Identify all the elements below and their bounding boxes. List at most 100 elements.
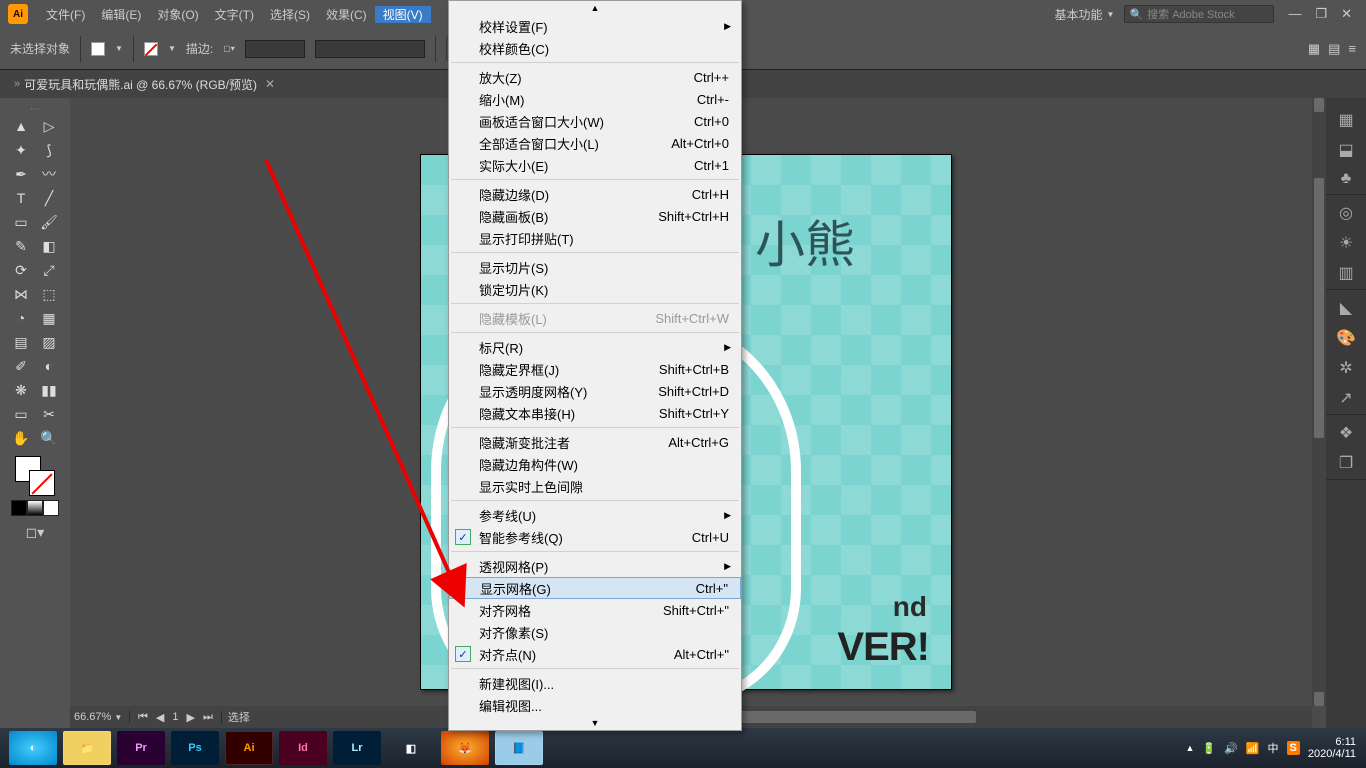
tray-network-icon[interactable]: 📶 [1246, 742, 1260, 755]
doc-tab-handle-icon[interactable]: » [14, 78, 20, 90]
tray-sogou-icon[interactable]: S [1287, 741, 1300, 755]
view-menu-item[interactable]: 参考线(U) [449, 504, 741, 526]
lasso-tool[interactable]: ⟆ [35, 138, 63, 162]
zoom-level[interactable]: 66.67% ▼ [70, 711, 130, 723]
artboard-navigation[interactable]: ⏮ ◀ 1 ▶ ⏭ [130, 711, 222, 724]
panel-menu-icon[interactable]: ≡ [1348, 41, 1356, 57]
menu-scroll-up-icon[interactable]: ▲ [449, 1, 741, 15]
document-tab[interactable]: 可爱玩具和玩偶熊.ai @ 66.67% (RGB/预览) ✕ [24, 76, 275, 93]
menu-object[interactable]: 对象(O) [149, 6, 206, 23]
symbol-sprayer-tool[interactable]: ❋ [7, 378, 35, 402]
screen-mode-icon[interactable]: ◻▾ [26, 524, 45, 541]
view-menu-item[interactable]: 放大(Z)Ctrl++ [449, 66, 741, 88]
last-artboard-icon[interactable]: ⏭ [201, 711, 215, 724]
rectangle-tool[interactable]: ▭ [7, 210, 35, 234]
view-menu-item[interactable]: 对齐网格Shift+Ctrl+" [449, 599, 741, 621]
mesh-tool[interactable]: ▤ [7, 330, 35, 354]
scroll-button-down[interactable] [1314, 692, 1324, 706]
taskbar-photoshop-icon[interactable]: Ps [171, 731, 219, 765]
width-tool[interactable]: ⋈ [7, 282, 35, 306]
stroke-panel-icon[interactable]: ✲ [1339, 358, 1352, 378]
blend-tool[interactable]: ◐ [35, 354, 63, 378]
view-menu-item[interactable]: 锁定切片(K) [449, 278, 741, 300]
color-guide-panel-icon[interactable]: ☀ [1339, 233, 1353, 253]
menu-file[interactable]: 文件(F) [38, 6, 93, 23]
view-menu-item[interactable]: 标尺(R) [449, 336, 741, 358]
pen-tool[interactable]: ✒ [7, 162, 35, 186]
artboard-tool[interactable]: ▭ [7, 402, 35, 426]
chevron-down-icon[interactable]: ▼ [168, 44, 176, 53]
vertical-scrollbar[interactable] [1312, 98, 1326, 706]
taskbar-clock[interactable]: 6:11 2020/4/11 [1308, 736, 1356, 760]
first-artboard-icon[interactable]: ⏮ [136, 711, 150, 724]
view-menu-item[interactable]: 校样设置(F) [449, 15, 741, 37]
shaper-tool[interactable]: ✎ [7, 234, 35, 258]
magic-wand-tool[interactable]: ✦ [7, 138, 35, 162]
taskbar-lightroom-icon[interactable]: Lr [333, 731, 381, 765]
taskbar-firefox-icon[interactable]: 🦊 [441, 731, 489, 765]
gradient-tool[interactable]: ▨ [35, 330, 63, 354]
chevron-down-icon[interactable]: ▼ [115, 44, 123, 53]
taskbar-notes-icon[interactable]: 📘 [495, 731, 543, 765]
stroke-profile[interactable] [245, 40, 305, 58]
vertical-scroll-thumb[interactable] [1314, 178, 1324, 438]
view-menu-item[interactable]: 实际大小(E)Ctrl+1 [449, 154, 741, 176]
next-artboard-icon[interactable]: ▶ [185, 711, 197, 724]
taskbar-illustrator-icon[interactable]: Ai [225, 731, 273, 765]
paintbrush-tool[interactable]: 🖌 [35, 210, 63, 234]
menu-view[interactable]: 视图(V) [375, 6, 431, 23]
taskbar-browser-icon[interactable]: ◐ [9, 731, 57, 765]
menu-edit[interactable]: 编辑(E) [93, 6, 149, 23]
tools-grip-icon[interactable] [20, 104, 50, 110]
properties-panel-icon[interactable]: ▦ [1338, 110, 1353, 130]
layers-panel-icon[interactable]: ❖ [1339, 423, 1353, 443]
taskbar-indesign-icon[interactable]: Id [279, 731, 327, 765]
view-menu-item[interactable]: ✓对齐点(N)Alt+Ctrl+" [449, 643, 741, 665]
search-adobe-stock[interactable]: 🔍 搜索 Adobe Stock [1124, 5, 1274, 23]
view-menu-item[interactable]: 显示切片(S) [449, 256, 741, 278]
tray-overflow-icon[interactable]: ▲ [1186, 743, 1195, 753]
slice-tool[interactable]: ✂ [35, 402, 63, 426]
maximize-icon[interactable]: ❐ [1315, 6, 1327, 22]
taskbar-premiere-icon[interactable]: Pr [117, 731, 165, 765]
menu-effect[interactable]: 效果(C) [318, 6, 375, 23]
stroke-weight-dropdown[interactable]: ▢▾ [223, 44, 235, 53]
line-tool[interactable]: ╱ [35, 186, 63, 210]
stroke-swatch[interactable] [144, 42, 158, 56]
artboards-panel-icon[interactable]: ❐ [1339, 453, 1353, 473]
libraries-panel-icon[interactable]: ⬓ [1338, 140, 1353, 160]
eraser-tool[interactable]: ◧ [35, 234, 63, 258]
swatches-panel-icon[interactable]: ▥ [1338, 263, 1353, 283]
prev-artboard-icon[interactable]: ◀ [154, 711, 166, 724]
align-panel-icon[interactable]: ▤ [1328, 41, 1340, 57]
export-panel-icon[interactable]: ↗ [1339, 388, 1352, 408]
direct-selection-tool[interactable]: ▷ [35, 114, 63, 138]
column-graph-tool[interactable]: ▮▮ [35, 378, 63, 402]
view-menu-item[interactable]: 隐藏文本串接(H)Shift+Ctrl+Y [449, 402, 741, 424]
view-menu-item[interactable]: 新建视图(I)... [449, 672, 741, 694]
rotate-tool[interactable]: ⟳ [7, 258, 35, 282]
free-transform-tool[interactable]: ⬚ [35, 282, 63, 306]
color-mode-none[interactable] [43, 500, 59, 516]
zoom-tool[interactable]: 🔍 [35, 426, 63, 450]
view-menu-item[interactable]: 透视网格(P) [449, 555, 741, 577]
view-menu-item[interactable]: 显示网格(G)Ctrl+" [449, 577, 741, 599]
view-menu-item[interactable]: 缩小(M)Ctrl+- [449, 88, 741, 110]
scale-tool[interactable]: ⤢ [35, 258, 63, 282]
taskbar-app-icon[interactable]: ◧ [387, 731, 435, 765]
tray-volume-icon[interactable]: 🔊 [1224, 742, 1238, 755]
color-mode-gradient[interactable] [27, 500, 43, 516]
taskbar-explorer-icon[interactable]: 📁 [63, 731, 111, 765]
stroke-color-icon[interactable] [29, 470, 55, 496]
view-menu-item[interactable]: 显示透明度网格(Y)Shift+Ctrl+D [449, 380, 741, 402]
transform-panel-icon[interactable]: ▦ [1308, 41, 1320, 57]
view-menu-item[interactable]: 隐藏画板(B)Shift+Ctrl+H [449, 205, 741, 227]
view-menu-item[interactable]: 隐藏渐变批注者Alt+Ctrl+G [449, 431, 741, 453]
color-mode-normal[interactable] [11, 500, 27, 516]
color-panel-icon[interactable]: ♣ [1341, 170, 1352, 188]
workspace-switcher[interactable]: 基本功能 ▼ [1045, 6, 1125, 23]
view-menu-item[interactable]: 显示实时上色间隙 [449, 475, 741, 497]
fill-stroke-control[interactable] [15, 456, 55, 496]
view-menu-item[interactable]: ✓智能参考线(Q)Ctrl+U [449, 526, 741, 548]
view-menu-item[interactable]: 全部适合窗口大小(L)Alt+Ctrl+0 [449, 132, 741, 154]
